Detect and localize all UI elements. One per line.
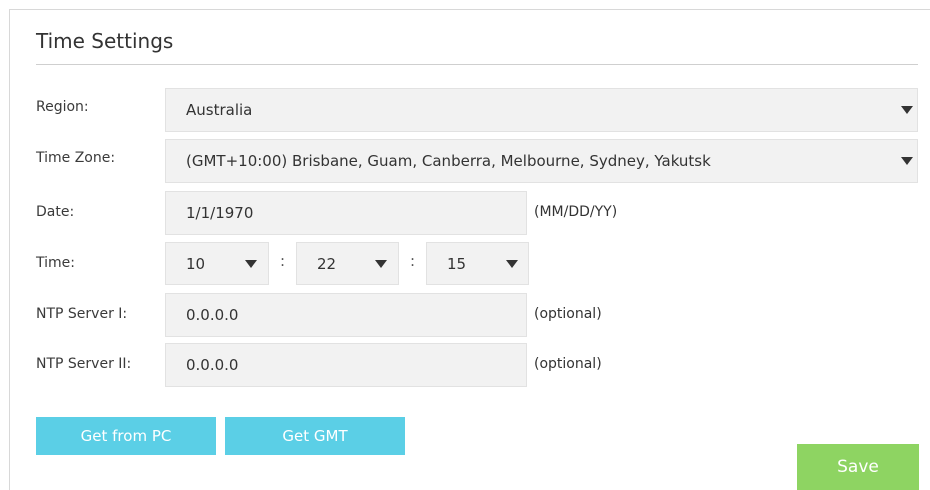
- region-value: Australia: [186, 101, 253, 119]
- ntp-server-2-value: 0.0.0.0: [186, 356, 239, 374]
- page-title: Time Settings: [36, 29, 174, 53]
- hour-value: 10: [186, 254, 206, 273]
- time-separator: :: [280, 252, 286, 270]
- chevron-down-icon: [375, 260, 387, 268]
- ntp-server-2-input[interactable]: 0.0.0.0: [165, 343, 527, 387]
- date-label: Date:: [36, 204, 75, 220]
- ntp-server-2-label: NTP Server II:: [36, 356, 132, 372]
- timezone-value: (GMT+10:00) Brisbane, Guam, Canberra, Me…: [186, 152, 711, 170]
- date-input[interactable]: 1/1/1970: [165, 191, 527, 235]
- chevron-down-icon: [245, 260, 257, 268]
- timezone-label: Time Zone:: [36, 150, 116, 166]
- minute-value: 22: [317, 254, 337, 273]
- save-button[interactable]: Save: [797, 444, 919, 490]
- ntp-server-1-value: 0.0.0.0: [186, 306, 239, 324]
- date-format-hint: (MM/DD/YY): [534, 204, 618, 220]
- time-separator: :: [410, 252, 416, 270]
- title-divider: [36, 64, 918, 65]
- chevron-down-icon: [506, 260, 518, 268]
- get-gmt-button[interactable]: Get GMT: [225, 417, 405, 455]
- date-value: 1/1/1970: [186, 204, 254, 222]
- chevron-down-icon: [901, 106, 913, 114]
- second-value: 15: [447, 254, 467, 273]
- region-select[interactable]: Australia: [165, 88, 918, 132]
- get-from-pc-button[interactable]: Get from PC: [36, 417, 216, 455]
- chevron-down-icon: [901, 157, 913, 165]
- time-label: Time:: [36, 255, 75, 271]
- ntp-server-1-label: NTP Server I:: [36, 306, 128, 322]
- region-label: Region:: [36, 99, 89, 115]
- ntp-server-2-hint: (optional): [534, 356, 602, 372]
- ntp-server-1-hint: (optional): [534, 306, 602, 322]
- timezone-select[interactable]: (GMT+10:00) Brisbane, Guam, Canberra, Me…: [165, 139, 918, 183]
- ntp-server-1-input[interactable]: 0.0.0.0: [165, 293, 527, 337]
